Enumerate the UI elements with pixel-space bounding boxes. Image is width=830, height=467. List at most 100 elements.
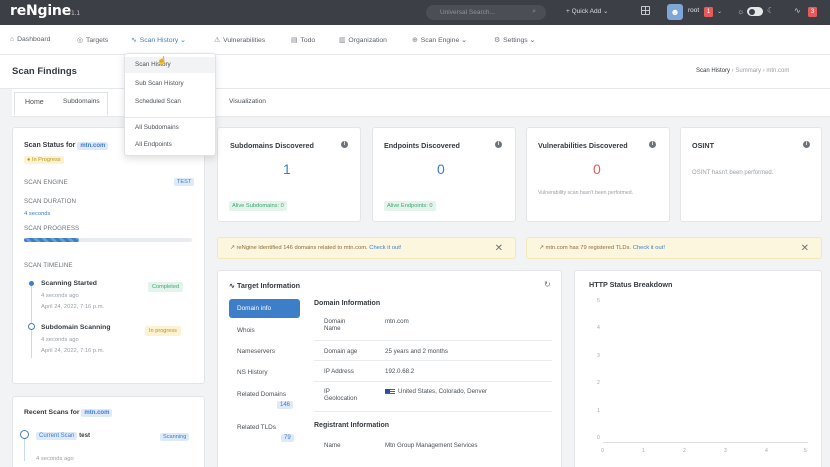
- target-nav-related-tlds[interactable]: Related TLDs: [237, 424, 276, 431]
- timeline-title: Scanning Started: [41, 280, 97, 287]
- dropdown-item-sub-scan-history[interactable]: Sub Scan History: [135, 80, 184, 87]
- osint-note: OSINT hasn't been performed.: [692, 170, 774, 176]
- domain-name-label: Domain Name: [324, 318, 346, 332]
- activity-icon: ∿: [131, 37, 137, 44]
- gear-icon: ⚙: [494, 37, 501, 44]
- recent-scan-line: [24, 439, 25, 461]
- notification-badge[interactable]: 1: [704, 7, 713, 17]
- timeline-ago: 4 seconds ago: [41, 293, 79, 299]
- user-avatar-icon[interactable]: ☻: [667, 4, 683, 20]
- dropdown-item-all-subdomains[interactable]: All Subdomains: [135, 124, 179, 131]
- scan-progress-label: SCAN PROGRESS: [24, 225, 80, 232]
- recent-scans-title: Recent Scans for mtn.com: [24, 409, 113, 417]
- alive-subdomains-badge[interactable]: Alive Subdomains: 0: [229, 201, 287, 211]
- divider: [314, 340, 552, 341]
- recent-scan-entry[interactable]: Current Scan test: [36, 432, 90, 440]
- universal-search-input[interactable]: Universal Search... ⌕: [426, 5, 546, 20]
- sun-icon: ☼: [737, 7, 745, 16]
- target-nav-domain-info[interactable]: Domain info: [229, 299, 300, 318]
- nav-targets[interactable]: ◎ Targets: [77, 36, 108, 44]
- scan-duration-value: 4 seconds: [24, 211, 51, 217]
- info-icon[interactable]: i: [341, 141, 348, 148]
- divider: [314, 411, 552, 412]
- domain-badge[interactable]: mtn.com: [81, 409, 113, 417]
- trend-icon: ↗: [539, 245, 544, 251]
- activity-icon[interactable]: ∿: [794, 6, 801, 15]
- osint-title: OSINT: [692, 141, 714, 150]
- y-tick: 4: [597, 325, 600, 331]
- timeline-dot: [29, 281, 34, 286]
- dropdown-item-scheduled-scan[interactable]: Scheduled Scan: [135, 98, 181, 105]
- us-flag-icon: [385, 389, 395, 395]
- refresh-icon[interactable]: ↻: [544, 280, 551, 289]
- subdomains-title: Subdomains Discovered: [230, 141, 314, 150]
- alive-endpoints-badge[interactable]: Alive Endpoints: 0: [384, 201, 436, 211]
- x-tick: 0: [601, 448, 604, 454]
- scan-duration-label: SCAN DURATION: [24, 198, 77, 205]
- recent-scan-dot: [20, 430, 29, 439]
- recent-scan-ago: 4 seconds ago: [36, 456, 74, 462]
- y-tick: 0: [597, 435, 600, 441]
- y-tick: 5: [597, 298, 600, 304]
- alert-triangle-icon: ⚠: [214, 37, 221, 44]
- registrant-info-title: Registrant Information: [314, 422, 390, 429]
- domain-badge[interactable]: mtn.com: [77, 142, 109, 150]
- divider: [314, 360, 552, 361]
- ip-geolocation-value: United States, Colorado, Denver: [398, 388, 488, 395]
- check-it-out-link[interactable]: Check it out!: [369, 245, 401, 251]
- related-domains-alert: ↗ reNgine identified 146 domains related…: [217, 237, 516, 259]
- x-tick: 3: [724, 448, 727, 454]
- quick-add-button[interactable]: + Quick Add ⌄: [566, 7, 608, 15]
- target-info-title: ∿ Target Information: [229, 281, 300, 290]
- chevron-down-icon[interactable]: ⌄: [717, 8, 722, 15]
- target-nav-related-domains[interactable]: Related Domains: [237, 391, 286, 398]
- close-icon[interactable]: ✕: [495, 243, 503, 254]
- nav-scan-history[interactable]: ∿ Scan History ⌄: [131, 36, 186, 44]
- close-icon[interactable]: ✕: [801, 243, 809, 254]
- http-status-card: [574, 270, 822, 467]
- nav-scan-engine[interactable]: ⊕ Scan Engine ⌄: [412, 36, 467, 44]
- x-tick: 1: [642, 448, 645, 454]
- timeline-ago: 4 seconds ago: [41, 337, 79, 343]
- endpoints-title: Endpoints Discovered: [384, 141, 460, 150]
- apps-grid-icon[interactable]: [641, 6, 650, 15]
- timeline-title: Subdomain Scanning: [41, 324, 111, 331]
- scan-status-card: [12, 127, 205, 384]
- ip-address-value: 192.0.68.2: [385, 368, 415, 375]
- theme-toggle[interactable]: [747, 7, 763, 16]
- app-logo[interactable]: reNgine1.1: [10, 3, 80, 19]
- tab-visualization[interactable]: Visualization: [229, 98, 266, 105]
- info-icon[interactable]: i: [803, 141, 810, 148]
- target-nav-whois[interactable]: Whois: [237, 327, 255, 334]
- info-icon[interactable]: i: [649, 141, 656, 148]
- nav-organization[interactable]: ▥ Organization: [339, 36, 387, 44]
- engine-badge[interactable]: TEST: [174, 178, 195, 186]
- endpoints-count: 0: [437, 161, 445, 177]
- target-nav-ns-history[interactable]: NS History: [237, 369, 268, 376]
- activity-badge[interactable]: 3: [808, 7, 817, 17]
- clipboard-icon: ▤: [291, 37, 298, 44]
- y-tick: 1: [597, 408, 600, 414]
- nav-todo[interactable]: ▤ Todo: [291, 36, 315, 44]
- tab-subdomains[interactable]: Subdomains: [63, 98, 100, 105]
- recent-scan-status: Scanning: [160, 433, 190, 441]
- tlds-alert: ↗ mtn.com has 79 registered TLDs. Check …: [526, 237, 822, 259]
- dropdown-item-all-endpoints[interactable]: All Endpoints: [135, 141, 172, 148]
- home-icon: ⌂: [10, 36, 15, 43]
- check-it-out-link[interactable]: Check it out!: [633, 245, 665, 251]
- scan-status-title: Scan Status for mtn.com: [24, 142, 109, 150]
- username-label[interactable]: root: [688, 7, 699, 14]
- breadcrumb-domain: mtn.com: [766, 68, 790, 74]
- building-icon: ▥: [339, 37, 346, 44]
- nav-settings[interactable]: ⚙ Settings ⌄: [494, 36, 535, 44]
- nav-vulnerabilities[interactable]: ⚠ Vulnerabilities: [214, 36, 265, 44]
- target-nav-nameservers[interactable]: Nameservers: [237, 348, 275, 355]
- breadcrumb-scan-history[interactable]: Scan History: [696, 68, 730, 74]
- registrant-name-label: Name: [324, 442, 341, 449]
- nav-dashboard[interactable]: ⌂ Dashboard: [10, 36, 50, 43]
- info-icon[interactable]: i: [495, 141, 502, 148]
- breadcrumb-summary[interactable]: Summary: [735, 68, 761, 74]
- current-scan-badge: Current Scan: [36, 432, 78, 440]
- scan-timeline-label: SCAN TIMELINE: [24, 262, 73, 269]
- moon-icon: ☾: [767, 6, 775, 15]
